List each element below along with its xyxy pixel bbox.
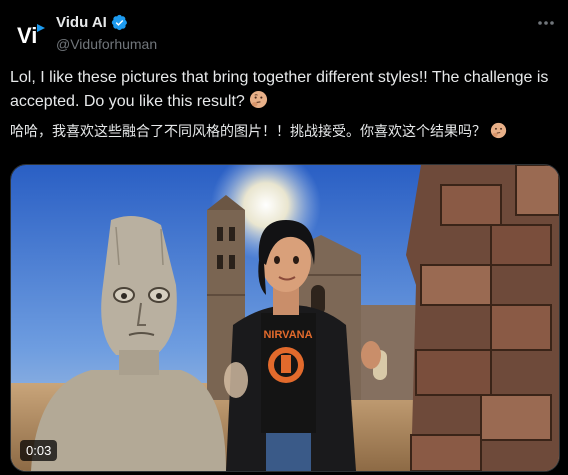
avatar-text: Vi (17, 23, 37, 48)
shirt-text: NIRVANA (263, 329, 312, 341)
brick-pillar (406, 165, 559, 471)
thinking-face-icon (490, 122, 507, 139)
tweet-text-en: Lol, I like these pictures that bring to… (10, 66, 550, 114)
avatar[interactable]: Vi (10, 14, 50, 54)
more-options-icon[interactable] (536, 16, 556, 30)
tweet-text-en-body: Lol, I like these pictures that bring to… (10, 69, 549, 110)
tweet-text-zh: 哈哈，我喜欢这些融合了不同风格的图片！！挑战接受。你喜欢这个结果吗？ (10, 120, 550, 142)
video-timestamp: 0:03 (20, 440, 58, 461)
author-name-row: Vidu AI (56, 14, 128, 31)
video-frame: NIRVANA (11, 165, 559, 471)
tweet-text-zh-body: 哈哈，我喜欢这些融合了不同风格的图片！！挑战接受。你喜欢这个结果吗？ (10, 123, 486, 139)
verified-badge-icon (111, 14, 127, 31)
tweet: Vi Vidu AI @Viduforhuman Lol, I like the… (0, 0, 568, 475)
display-name[interactable]: Vidu AI (56, 14, 107, 31)
thinking-face-icon (250, 90, 268, 109)
video-player[interactable]: NIRVANA (10, 164, 560, 472)
author-handle[interactable]: @Viduforhuman (56, 36, 157, 52)
